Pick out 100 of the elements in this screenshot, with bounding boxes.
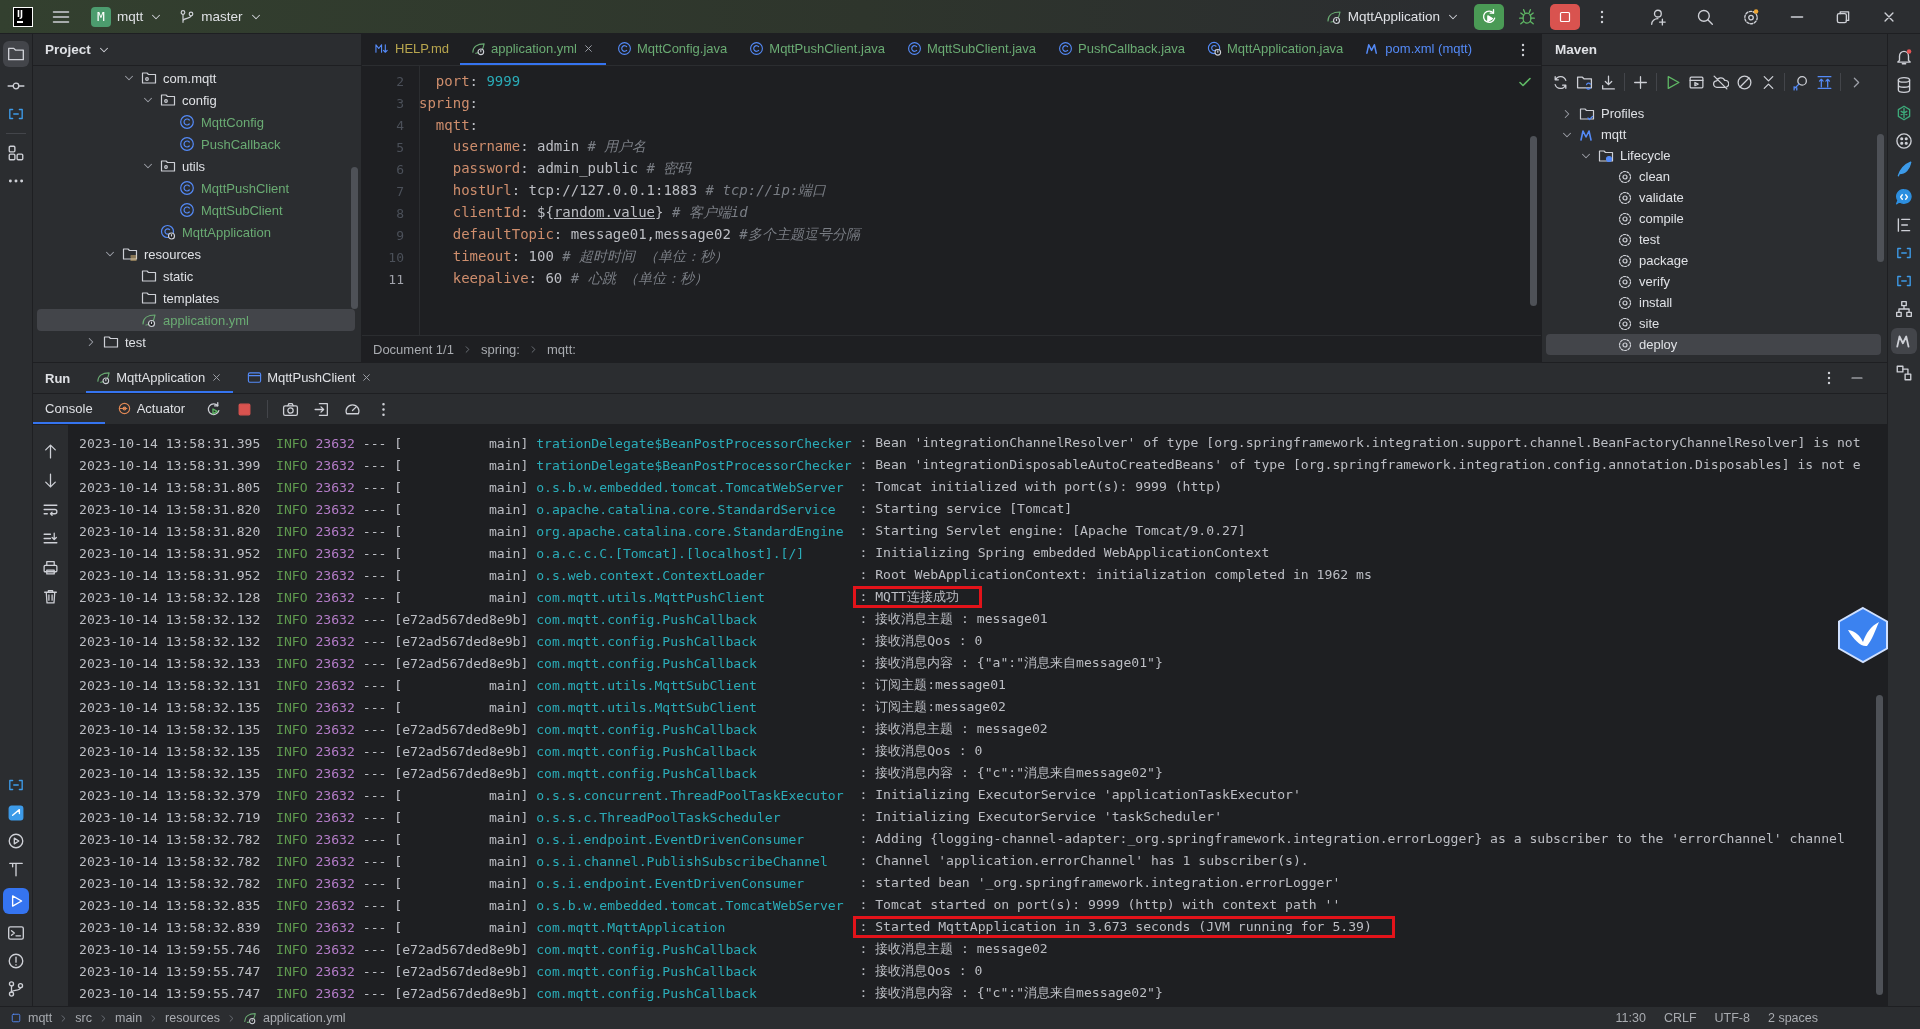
run-configuration-dropdown[interactable]: MqttApplication bbox=[1319, 5, 1466, 28]
log-message: : Root WebApplicationContext: initialization completed in 1962 ms bbox=[858, 566, 1373, 584]
log-message: : Bean 'integrationDisposableAutoCreatedBeans' of type [org.springframework.integration.config.annotation.Disposables] is not e bbox=[858, 456, 1862, 474]
editor-tab[interactable]: MqttPushClient.java bbox=[738, 34, 896, 65]
logger-name: com.mqtt.config.PushCallback bbox=[536, 985, 758, 1001]
tree-item[interactable]: resources bbox=[37, 243, 355, 265]
tree-item[interactable]: MqttConfig bbox=[37, 111, 355, 133]
console-tab[interactable]: Actuator bbox=[104, 394, 198, 424]
log-separator: --- bbox=[362, 831, 388, 847]
tree-item[interactable]: install bbox=[1546, 292, 1881, 313]
log-separator: --- bbox=[362, 963, 388, 979]
run-tab[interactable]: MqttApplication bbox=[86, 363, 234, 393]
editor-tab[interactable]: MqttConfig.java bbox=[605, 34, 739, 65]
log-separator: --- bbox=[362, 523, 388, 539]
process-id: 23632 bbox=[315, 567, 356, 583]
tree-item[interactable]: test bbox=[1546, 229, 1881, 250]
log-separator: --- bbox=[362, 545, 388, 561]
log-timestamp: 2023-10-14 13:58:32.135 bbox=[79, 765, 262, 781]
thread-name: [ main] bbox=[394, 897, 530, 913]
process-id: 23632 bbox=[315, 809, 356, 825]
log-message: : Tomcat started on port(s): 9999 (http) with context path '' bbox=[858, 896, 1342, 914]
breadcrumb[interactable]: mqtt bbox=[28, 1011, 53, 1025]
log-separator: --- bbox=[362, 699, 388, 715]
status-item[interactable]: CRLF bbox=[1663, 1011, 1697, 1025]
tree-item[interactable]: clean bbox=[1546, 166, 1881, 187]
tree-item[interactable]: mqtt bbox=[1546, 124, 1881, 145]
editor-tab[interactable]: pom.xml (mqtt) bbox=[1354, 34, 1483, 65]
thread-name: [e72ad567ded8e9b] bbox=[394, 743, 530, 759]
project-switcher[interactable]: M mqtt bbox=[85, 3, 170, 30]
breadcrumb[interactable]: resources bbox=[165, 1011, 220, 1025]
tree-item[interactable]: MqttApplication bbox=[37, 221, 355, 243]
tree-item[interactable]: config bbox=[37, 89, 355, 111]
tree-item[interactable]: compile bbox=[1546, 208, 1881, 229]
project-view-dropdown[interactable]: Project bbox=[45, 42, 111, 57]
breadcrumb[interactable]: Document 1/1 bbox=[373, 341, 454, 357]
tree-item[interactable]: site bbox=[1546, 313, 1881, 334]
status-item[interactable]: 11:30 bbox=[1615, 1011, 1646, 1025]
process-id: 23632 bbox=[315, 765, 356, 781]
tree-item[interactable]: Lifecycle bbox=[1546, 145, 1881, 166]
tree-item[interactable]: templates bbox=[37, 287, 355, 309]
tree-item[interactable]: validate bbox=[1546, 187, 1881, 208]
breadcrumb[interactable]: src bbox=[75, 1011, 92, 1025]
breadcrumb[interactable]: mqtt: bbox=[546, 341, 576, 357]
editor-tab[interactable]: MqttApplication.java bbox=[1196, 34, 1355, 65]
tree-item[interactable]: utils bbox=[37, 155, 355, 177]
thread-name: [ main] bbox=[394, 545, 530, 561]
code-line: clientId: ${random.value} # 客户端id bbox=[451, 204, 748, 222]
status-item[interactable]: UTF-8 bbox=[1714, 1011, 1750, 1025]
status-item[interactable]: 2 spaces bbox=[1767, 1011, 1818, 1025]
process-id: 23632 bbox=[315, 523, 356, 539]
tree-item[interactable]: MqttPushClient bbox=[37, 177, 355, 199]
thread-name: [ main] bbox=[394, 919, 530, 935]
thread-name: [ main] bbox=[394, 457, 530, 473]
code-line: hostUrl: tcp://127.0.0.1:1883 # tcp://ip:端口 bbox=[451, 182, 827, 200]
log-level: INFO bbox=[276, 809, 309, 825]
tree-item[interactable]: package bbox=[1546, 250, 1881, 271]
logger-name: com.mqtt.utils.MqttSubClient bbox=[536, 699, 758, 715]
log-timestamp: 2023-10-14 13:58:31.952 bbox=[79, 567, 262, 583]
editor-tab[interactable]: PushCallback.java bbox=[1047, 34, 1196, 65]
log-message: : 接收消息Qos : 0 bbox=[858, 632, 984, 650]
tree-item[interactable]: MqttSubClient bbox=[37, 199, 355, 221]
log-message: : Bean 'integrationChannelResolver' of type [org.springframework.integration.support.channel.BeanFactoryChannelResolver] is not bbox=[858, 434, 1862, 452]
tree-item[interactable]: application.yml bbox=[37, 309, 355, 331]
log-separator: --- bbox=[362, 897, 388, 913]
thread-name: [e72ad567ded8e9b] bbox=[394, 765, 530, 781]
editor-tab[interactable]: MqttSubClient.java bbox=[895, 34, 1048, 65]
editor-tab[interactable]: application.yml bbox=[459, 34, 606, 65]
tree-item[interactable]: PushCallback bbox=[37, 133, 355, 155]
logger-name: o.s.b.w.embedded.tomcat.TomcatWebServer bbox=[536, 897, 845, 913]
panel-title: Maven bbox=[1542, 34, 1887, 66]
log-level: INFO bbox=[276, 479, 309, 495]
thread-name: [e72ad567ded8e9b] bbox=[394, 985, 530, 1001]
log-separator: --- bbox=[362, 721, 388, 737]
breadcrumb[interactable]: main bbox=[115, 1011, 143, 1025]
logger-name: trationDelegate$BeanPostProcessorChecker bbox=[536, 435, 853, 451]
tree-item[interactable]: verify bbox=[1546, 271, 1881, 292]
log-message: : Tomcat initialized with port(s): 9999 (http) bbox=[858, 478, 1223, 496]
editor-tab[interactable]: HELP.md bbox=[364, 34, 460, 65]
log-level: INFO bbox=[276, 831, 309, 847]
thread-name: [ main] bbox=[394, 501, 530, 517]
tree-item[interactable]: Profiles bbox=[1546, 103, 1881, 124]
branch-dropdown[interactable]: master bbox=[173, 5, 269, 28]
log-separator: --- bbox=[362, 457, 388, 473]
log-timestamp: 2023-10-14 13:58:31.395 bbox=[79, 435, 262, 451]
process-id: 23632 bbox=[315, 677, 356, 693]
log-separator: --- bbox=[362, 809, 388, 825]
log-message: : 接收消息主题 : message02 bbox=[858, 720, 1049, 738]
app-logo[interactable]: IJ bbox=[13, 6, 33, 27]
tree-item[interactable]: deploy bbox=[1546, 334, 1881, 355]
logger-name: com.mqtt.config.PushCallback bbox=[536, 633, 758, 649]
tree-item[interactable]: static bbox=[37, 265, 355, 287]
run-tab[interactable]: MqttPushClient bbox=[237, 363, 384, 393]
tree-item[interactable]: test bbox=[37, 331, 355, 353]
breadcrumb[interactable]: spring: bbox=[480, 341, 520, 357]
breadcrumb[interactable]: application.yml bbox=[262, 1011, 346, 1025]
log-message: : Initializing ExecutorService 'taskScheduler' bbox=[858, 808, 1223, 826]
tree-item[interactable]: com.mqtt bbox=[37, 67, 355, 89]
logger-name: com.mqtt.MqttApplication bbox=[536, 919, 727, 935]
log-timestamp: 2023-10-14 13:58:32.835 bbox=[79, 897, 262, 913]
log-level: INFO bbox=[276, 545, 309, 561]
